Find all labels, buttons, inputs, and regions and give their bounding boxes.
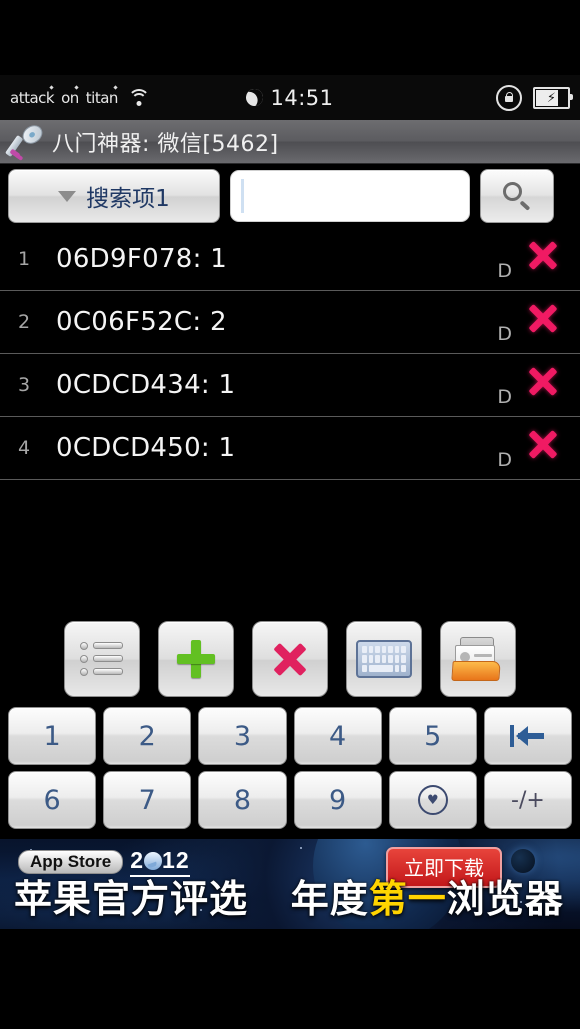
delete-all-button[interactable] — [252, 621, 328, 697]
title-bar: 八门神器: 微信[5462] — [0, 120, 580, 164]
key-icon — [5, 121, 48, 161]
numeric-keypad: 1 2 3 4 5 6 7 8 9 ♥ -/+ — [0, 707, 580, 839]
chevron-down-icon — [58, 190, 77, 202]
key-backspace[interactable] — [483, 707, 573, 765]
row-type-flag: D — [497, 323, 512, 345]
search-bar: 搜索项1 — [0, 164, 580, 228]
close-x-icon[interactable] — [522, 423, 564, 465]
key-4[interactable]: 4 — [293, 707, 382, 765]
key-9[interactable]: 9 — [293, 771, 382, 829]
rotation-lock-icon — [496, 84, 522, 111]
ad-headline: 苹果官方评选 年度第一浏览器 — [14, 868, 564, 923]
result-list: 1 06D9F078: 1 D 2 0C06F52C: 2 D 3 0CDCD4… — [0, 228, 580, 480]
circled-heart-icon: ♥ — [417, 785, 448, 815]
close-x-icon[interactable] — [522, 234, 564, 276]
key-0[interactable]: ♥ — [388, 771, 477, 829]
charging-bolt-icon: ⚡ — [546, 90, 557, 105]
status-bar: attack on titan 14:51 ⚡ — [0, 75, 580, 120]
key-6[interactable]: 6 — [8, 771, 97, 829]
search-scope-dropdown[interactable]: 搜索项1 — [8, 169, 220, 223]
row-address-value: 0CDCD434: 1 — [56, 370, 236, 400]
row-index: 2 — [18, 311, 31, 333]
keypad-row-2: 6 7 8 9 ♥ -/+ — [4, 771, 576, 829]
search-button[interactable] — [480, 169, 554, 223]
keypad-row-1: 1 2 3 4 5 — [4, 707, 576, 765]
close-x-icon[interactable] — [522, 297, 564, 339]
keyboard-button[interactable] — [346, 621, 422, 697]
ad-star — [300, 847, 302, 849]
ad-headline-part-1: 苹果官方评选 — [14, 877, 249, 921]
backspace-arrow-icon — [508, 723, 548, 749]
key-2[interactable]: 2 — [103, 707, 192, 765]
table-row[interactable]: 4 0CDCD450: 1 D — [0, 417, 580, 480]
top-black-spacer — [0, 0, 580, 75]
cross-icon — [269, 638, 311, 680]
key-8[interactable]: 8 — [198, 771, 287, 829]
status-bar-right: ⚡ — [496, 84, 573, 111]
row-type-flag: D — [497, 449, 512, 471]
row-index: 3 — [18, 374, 31, 396]
add-button[interactable] — [158, 621, 234, 697]
key-1[interactable]: 1 — [8, 707, 97, 765]
text-cursor — [241, 179, 244, 213]
ad-headline-highlight: 第一 — [368, 877, 447, 921]
close-x-icon[interactable] — [522, 360, 564, 402]
ad-banner[interactable]: App Store 2 12 立即下载 苹果官方评选 年度第一浏览器 — [0, 839, 580, 929]
table-row[interactable]: 2 0C06F52C: 2 D — [0, 291, 580, 354]
carrier-word-3: titan — [85, 88, 119, 107]
row-index: 4 — [18, 437, 31, 459]
wifi-icon — [127, 89, 150, 106]
open-folder-button[interactable] — [440, 621, 516, 697]
table-row[interactable]: 3 0CDCD434: 1 D — [0, 354, 580, 417]
ad-headline-part-2: 年度 — [290, 877, 369, 921]
status-bar-left: attack on titan — [10, 89, 150, 107]
page-title: 八门神器: 微信[5462] — [52, 131, 279, 157]
key-7[interactable]: 7 — [103, 771, 192, 829]
list-icon — [80, 642, 124, 676]
carrier-word-1: attack — [10, 88, 55, 107]
row-address-value: 0C06F52C: 2 — [56, 307, 227, 337]
key-5[interactable]: 5 — [388, 707, 477, 765]
plus-icon — [174, 637, 218, 681]
row-address-value: 06D9F078: 1 — [56, 244, 228, 274]
row-address-value: 0CDCD450: 1 — [56, 433, 236, 463]
search-input[interactable] — [230, 170, 470, 222]
key-sign-toggle[interactable]: -/+ — [483, 771, 573, 829]
key-3[interactable]: 3 — [198, 707, 287, 765]
row-index: 1 — [18, 248, 31, 270]
row-type-flag: D — [497, 386, 512, 408]
action-toolbar — [0, 611, 580, 707]
list-empty-area — [0, 480, 580, 611]
carrier-word-2: on — [61, 88, 79, 107]
table-row[interactable]: 1 06D9F078: 1 D — [0, 228, 580, 291]
crescent-moon-icon — [244, 86, 266, 109]
ad-headline-part-3: 浏览器 — [446, 877, 564, 921]
row-type-flag: D — [497, 260, 512, 282]
list-view-button[interactable] — [64, 621, 140, 697]
keyboard-icon — [356, 640, 412, 678]
magnifier-icon — [502, 181, 532, 211]
folder-contact-icon — [451, 637, 504, 681]
search-scope-label: 搜索项1 — [86, 186, 170, 212]
battery-charging-icon: ⚡ — [533, 86, 573, 109]
status-clock: 14:51 — [270, 85, 334, 110]
bottom-black-area — [0, 929, 580, 1006]
